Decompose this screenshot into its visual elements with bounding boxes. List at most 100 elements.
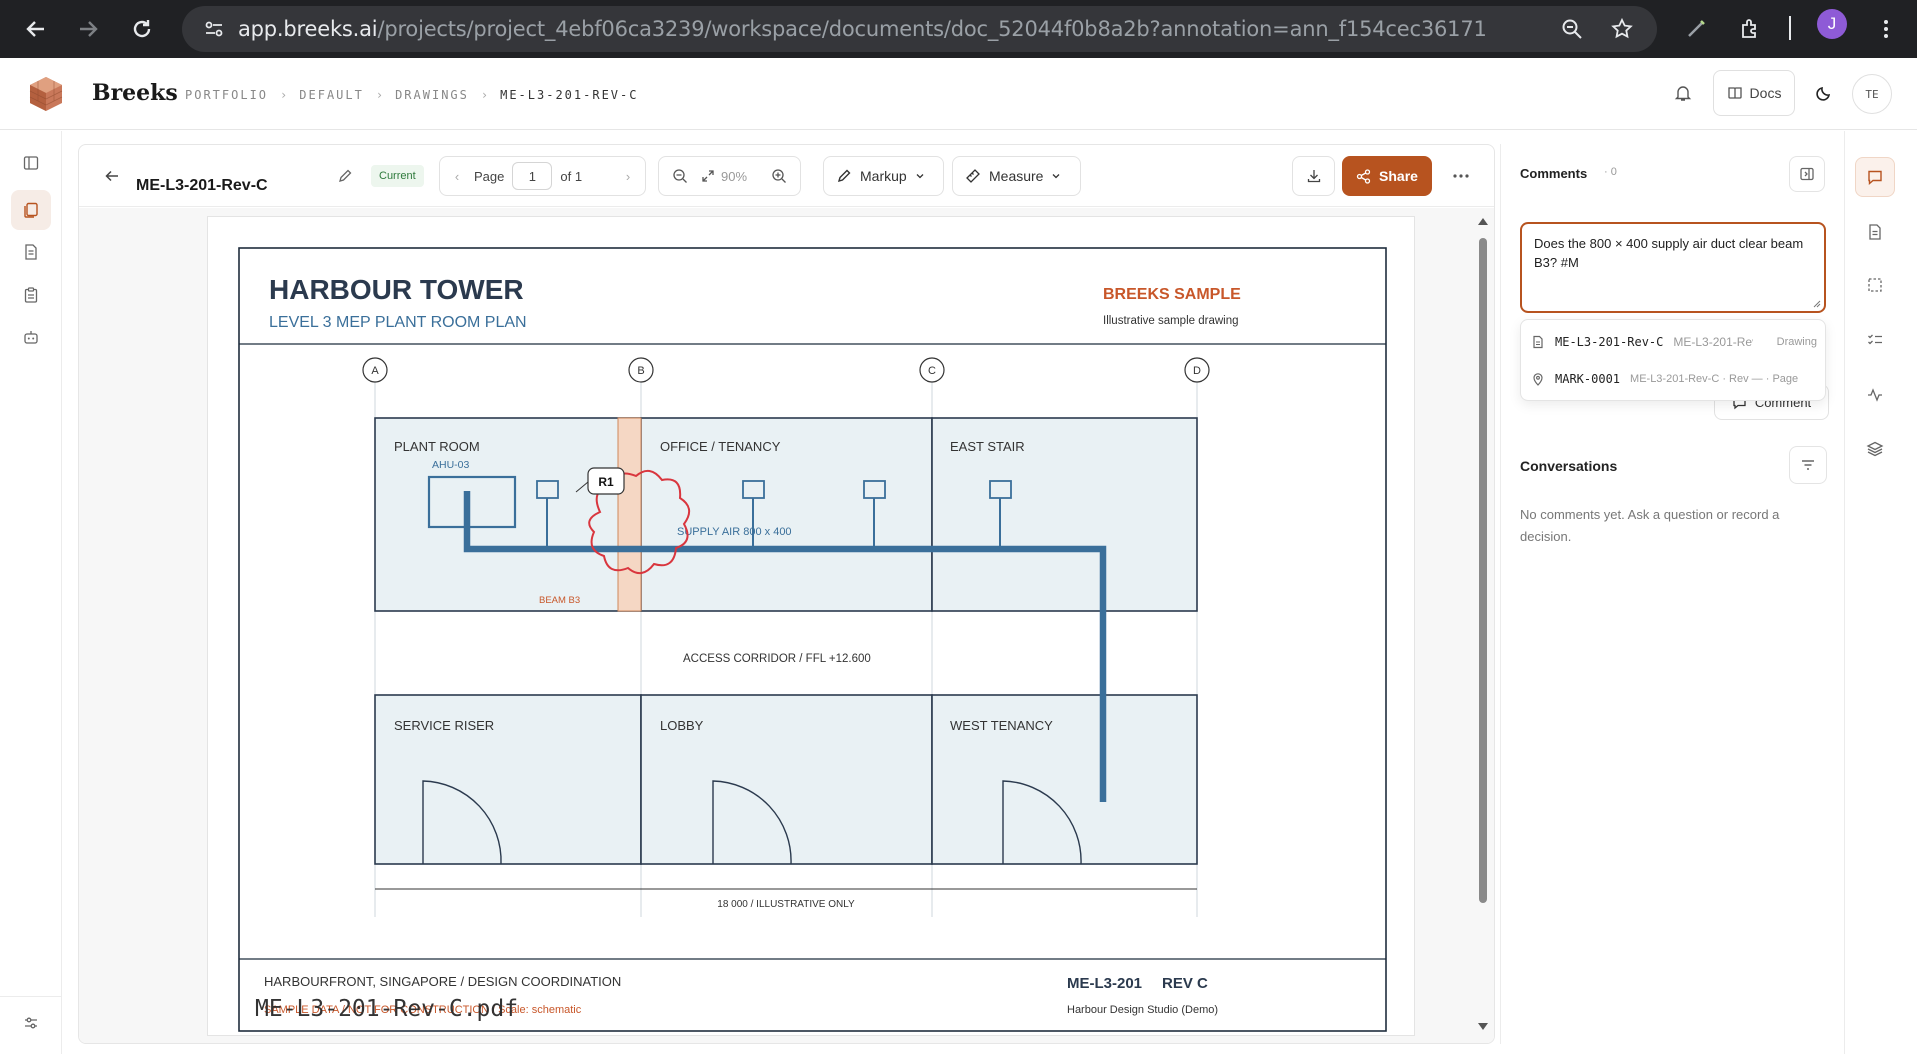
footer-sheet-number: ME-L3-201 — [1067, 975, 1142, 992]
details-tab-icon[interactable] — [1855, 212, 1895, 252]
suggestion-item[interactable]: MARK-0001 ME-L3-201-Rev-C · Rev — · Page — [1521, 361, 1827, 397]
document-title: ME-L3-201-Rev-C — [136, 177, 268, 194]
profile-avatar[interactable]: J — [1817, 9, 1847, 39]
ahu-label: AHU-03 — [432, 459, 470, 471]
breadcrumb-default[interactable]: DEFAULT — [299, 88, 364, 102]
prev-page-icon[interactable]: ‹ — [440, 169, 474, 184]
address-bar[interactable]: app.breeks.ai/projects/project_4ebf06ca3… — [182, 6, 1657, 52]
scroll-up-icon[interactable] — [1477, 216, 1489, 226]
room-label-service-riser: SERVICE RISER — [394, 718, 494, 733]
comments-title: Comments — [1520, 166, 1588, 181]
markup-dropdown[interactable]: Markup — [823, 156, 944, 196]
page-number-input[interactable]: 1 — [512, 162, 553, 190]
user-avatar[interactable]: TE — [1852, 74, 1892, 114]
filter-icon[interactable] — [1789, 446, 1827, 484]
site-settings-icon[interactable] — [200, 15, 228, 43]
share-label: Share — [1379, 168, 1418, 184]
docs-label: Docs — [1749, 85, 1782, 101]
comments-panel: Comments · 0 Does the 800 × 400 supply a… — [1500, 144, 1844, 1044]
zoom-out-icon[interactable] — [659, 168, 701, 184]
right-rail — [1844, 131, 1917, 1054]
chevron-down-icon — [1053, 174, 1060, 179]
footer-studio: Harbour Design Studio (Demo) — [1067, 1004, 1218, 1016]
zoom-controls: 90% — [658, 156, 801, 196]
supply-air-label: SUPPLY AIR 800 x 400 — [677, 526, 792, 538]
brand-name: Breeks — [92, 80, 178, 106]
page-navigator: ‹ Page 1 of 1 › — [439, 156, 646, 196]
scroll-down-icon[interactable] — [1477, 1022, 1489, 1032]
extensions-icon[interactable] — [1732, 11, 1768, 47]
comment-input[interactable]: Does the 800 × 400 supply air duct clear… — [1520, 222, 1826, 313]
download-button[interactable] — [1292, 156, 1335, 196]
scrollbar-thumb[interactable] — [1479, 238, 1487, 903]
suggestion-code: ME-L3-201-Rev-C — [1555, 335, 1664, 349]
drawing-subtitle: LEVEL 3 MEP PLANT ROOM PLAN — [269, 314, 527, 331]
comment-draft-text: Does the 800 × 400 supply air duct clear… — [1534, 236, 1804, 270]
share-button[interactable]: Share — [1342, 156, 1432, 196]
breadcrumb-portfolio[interactable]: PORTFOLIO — [185, 88, 268, 102]
suggestion-tag: Drawing — [1772, 336, 1817, 348]
bookmark-star-icon[interactable] — [1604, 11, 1640, 47]
breeks-logo[interactable] — [26, 74, 66, 114]
zoom-level: 90% — [721, 168, 748, 184]
conversations-title: Conversations — [1520, 458, 1618, 474]
zoom-icon[interactable] — [1554, 11, 1590, 47]
browser-menu-icon[interactable] — [1868, 11, 1904, 47]
notifications-bell-icon[interactable] — [1663, 70, 1703, 116]
rooms-top — [374, 417, 1198, 612]
dimension-label: 18 000 / ILLUSTRATIVE ONLY — [717, 899, 855, 910]
forward-icon[interactable] — [66, 7, 110, 51]
layers-tab-icon[interactable] — [1855, 429, 1895, 469]
docs-button[interactable]: Docs — [1713, 70, 1795, 116]
beam-label: BEAM B3 — [539, 595, 580, 606]
resize-grip-icon[interactable] — [1811, 298, 1821, 308]
dark-mode-toggle-icon[interactable] — [1804, 70, 1844, 116]
collapse-panel-icon[interactable] — [1789, 156, 1825, 192]
url-path: /projects/project_4ebf06ca3239/workspace… — [377, 17, 1487, 41]
edit-pencil-icon[interactable] — [330, 156, 360, 196]
documents-icon[interactable] — [11, 190, 51, 230]
sample-title: BREEKS SAMPLE — [1103, 286, 1241, 303]
reload-icon[interactable] — [120, 7, 164, 51]
footer-revision: REV C — [1162, 975, 1208, 992]
measure-dropdown[interactable]: Measure — [952, 156, 1081, 196]
back-icon[interactable] — [14, 7, 58, 51]
document-viewer: ME-L3-201-Rev-C Current ‹ Page 1 of 1 › … — [78, 144, 1495, 1044]
more-options-icon[interactable] — [1446, 156, 1476, 196]
drawing-canvas[interactable]: HARBOUR TOWER LEVEL 3 MEP PLANT ROOM PLA… — [79, 208, 1494, 1043]
corridor-label: ACCESS CORRIDOR / FFL +12.600 — [683, 653, 871, 665]
file-text-icon[interactable] — [11, 232, 51, 272]
clipboard-icon[interactable] — [11, 275, 51, 315]
comments-tab-icon[interactable] — [1855, 157, 1895, 197]
grid-bubbles — [362, 357, 1210, 383]
zoom-in-icon[interactable] — [758, 168, 800, 184]
grid-label-b: B — [637, 365, 644, 377]
footer-location: HARBOURFRONT, SINGAPORE / DESIGN COORDIN… — [264, 974, 621, 989]
vertical-scrollbar[interactable] — [1477, 216, 1489, 1036]
breadcrumb: PORTFOLIO › DEFAULT › DRAWINGS › ME-L3-2… — [185, 88, 638, 102]
drawing-title: HARBOUR TOWER — [269, 274, 524, 305]
toggle-sidebar-icon[interactable] — [11, 143, 51, 183]
back-arrow-icon[interactable] — [97, 156, 127, 196]
selection-tab-icon[interactable] — [1855, 265, 1895, 305]
next-page-icon[interactable]: › — [611, 169, 645, 184]
suggestion-item[interactable]: ME-L3-201-Rev-C ME-L3-201-Rev-C Drawing — [1521, 324, 1827, 360]
suggestion-subtitle: ME-L3-201-Rev-C — [1673, 335, 1753, 349]
file-name-overlay: ME-L3-201-Rev-C.pdf — [255, 996, 518, 1022]
pen-extension-icon[interactable] — [1678, 11, 1714, 47]
fit-zoom-button[interactable]: 90% — [701, 169, 747, 184]
sheet-border — [238, 247, 1387, 1032]
activity-tab-icon[interactable] — [1855, 375, 1895, 415]
share-icon — [1356, 168, 1371, 184]
comments-count: · 0 — [1604, 166, 1617, 178]
document-icon — [1533, 335, 1543, 349]
breadcrumb-drawings[interactable]: DRAWINGS — [395, 88, 469, 102]
viewer-toolbar: ME-L3-201-Rev-C Current ‹ Page 1 of 1 › … — [79, 145, 1494, 207]
settings-sliders-icon[interactable] — [11, 1003, 51, 1043]
room-label-plant: PLANT ROOM — [394, 439, 480, 454]
bot-icon[interactable] — [11, 317, 51, 357]
app-header: Breeks PORTFOLIO › DEFAULT › DRAWINGS › … — [0, 58, 1917, 130]
breadcrumb-current: ME-L3-201-REV-C — [500, 88, 639, 102]
sample-subtitle: Illustrative sample drawing — [1103, 315, 1239, 327]
checklist-tab-icon[interactable] — [1855, 320, 1895, 360]
